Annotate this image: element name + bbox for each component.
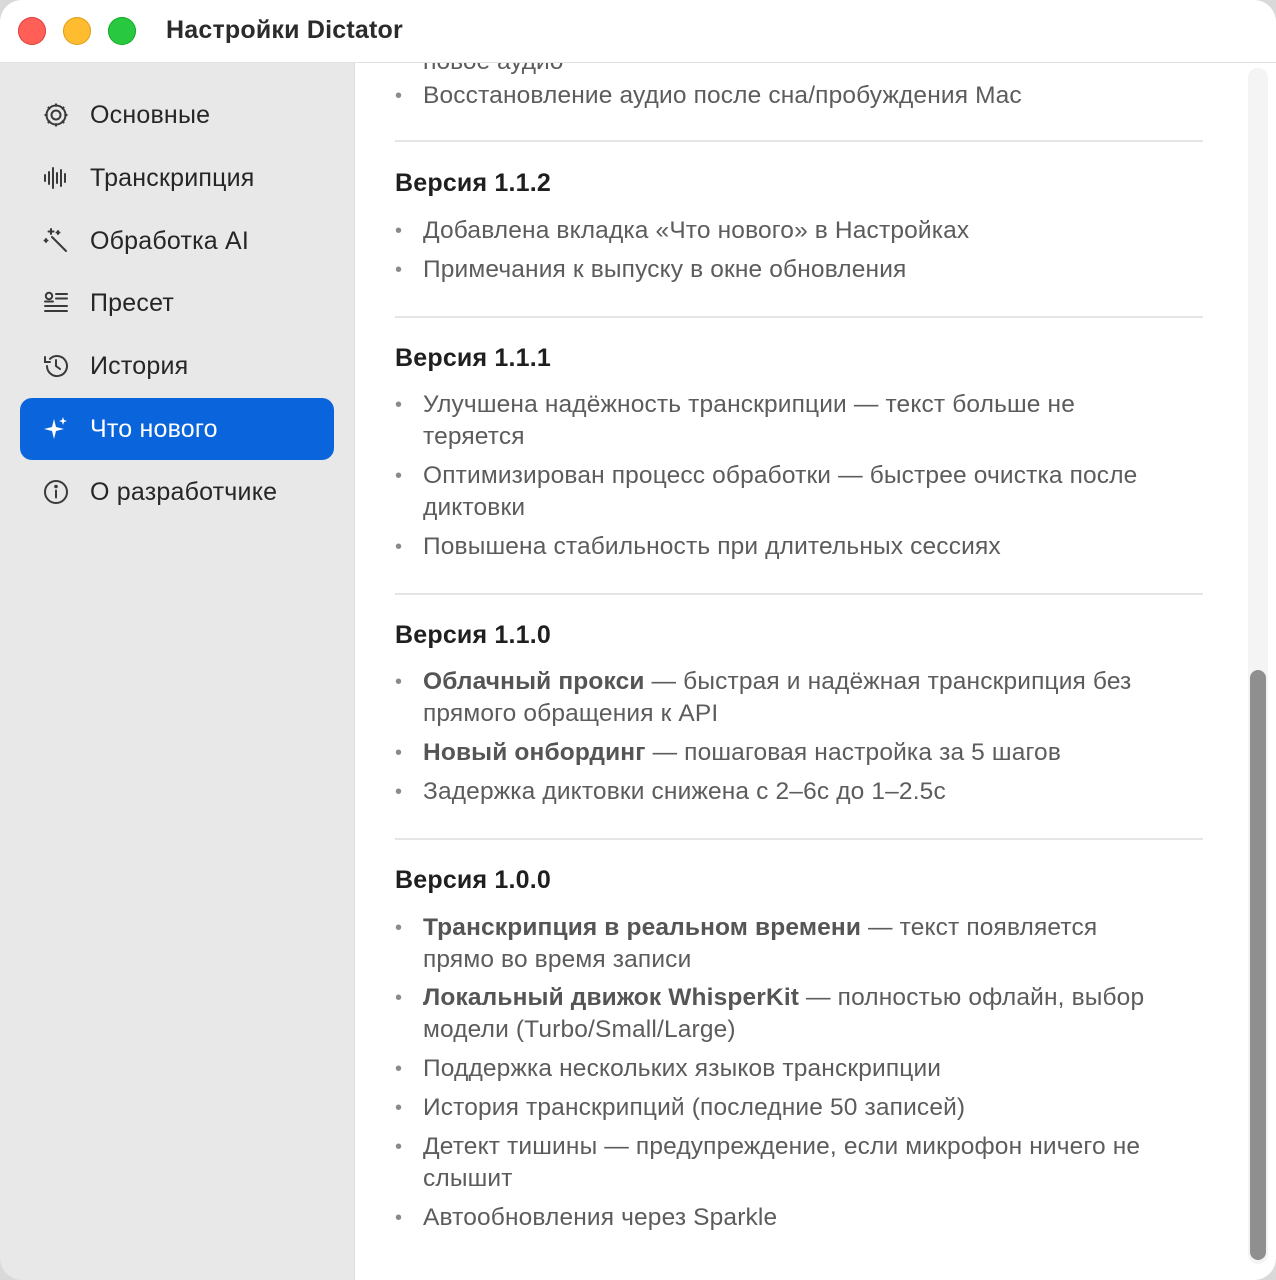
sidebar-item-preset[interactable]: Пресет — [20, 272, 334, 334]
clipped-text: новое аудио — [423, 62, 563, 76]
sidebar-item-label: Пресет — [90, 288, 175, 317]
settings-window: Настройки Dictator Основные Транскрипция — [0, 0, 1276, 1280]
history-clock-icon — [41, 351, 71, 381]
divider — [395, 838, 1203, 840]
sidebar-item-about-developer[interactable]: О разработчике — [20, 461, 334, 523]
sidebar-item-label: Основные — [90, 100, 211, 129]
sidebar-item-label: История — [90, 351, 189, 380]
minimize-window-button[interactable] — [63, 17, 91, 45]
sidebar-item-label: Что нового — [90, 414, 218, 443]
version-title: Версия 1.1.0 — [395, 621, 552, 649]
close-window-button[interactable] — [18, 17, 46, 45]
whats-new-content[interactable]: новое аудио •Восстановление аудио после … — [355, 62, 1276, 1280]
sidebar-item-history[interactable]: История — [20, 335, 334, 397]
sidebar-item-general[interactable]: Основные — [20, 84, 334, 146]
sidebar-item-transcription[interactable]: Транскрипция — [20, 147, 334, 209]
title-bar: Настройки Dictator — [0, 0, 1276, 63]
sparkles-icon — [41, 414, 71, 444]
divider — [395, 316, 1203, 318]
sidebar-item-label: О разработчике — [90, 477, 278, 506]
info-icon — [41, 477, 71, 507]
window-title: Настройки Dictator — [166, 16, 403, 44]
sidebar: Основные Транскрипция Обработка AI Пресе… — [0, 62, 355, 1280]
preset-list-icon — [41, 288, 71, 318]
divider — [395, 593, 1203, 595]
sidebar-item-whats-new[interactable]: Что нового — [20, 398, 334, 460]
sidebar-item-ai-processing[interactable]: Обработка AI — [20, 210, 334, 272]
version-title: Версия 1.1.1 — [395, 344, 552, 372]
sidebar-item-label: Транскрипция — [90, 163, 255, 192]
scrollbar-thumb[interactable] — [1250, 670, 1266, 1260]
gear-icon — [41, 100, 71, 130]
zoom-window-button[interactable] — [108, 17, 136, 45]
version-title: Версия 1.1.2 — [395, 169, 552, 197]
sidebar-item-label: Обработка AI — [90, 226, 250, 255]
waveform-icon — [41, 163, 71, 193]
version-title: Версия 1.0.0 — [395, 866, 552, 894]
magic-wand-icon — [41, 226, 71, 256]
divider — [395, 140, 1203, 142]
